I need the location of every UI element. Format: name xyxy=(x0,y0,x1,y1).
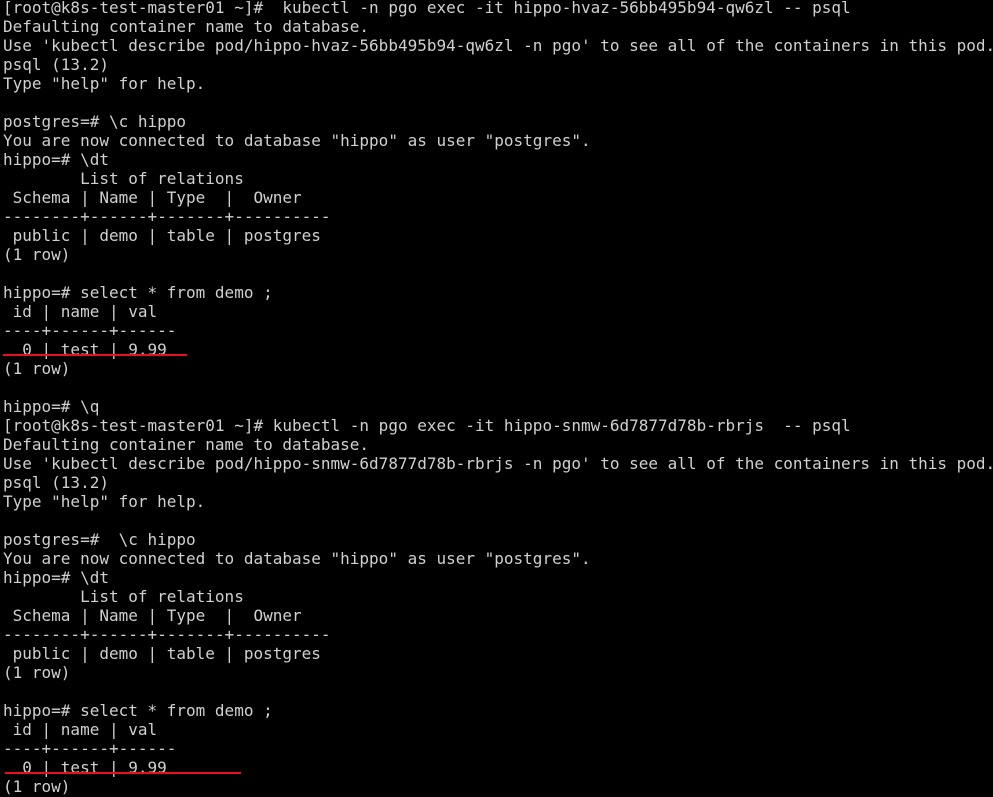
terminal-line: Use 'kubectl describe pod/hippo-snmw-6d7… xyxy=(3,454,993,473)
terminal-line: postgres=# \c hippo xyxy=(3,112,187,131)
terminal-line: public | demo | table | postgres xyxy=(3,226,321,245)
terminal-line: public | demo | table | postgres xyxy=(3,644,321,663)
terminal-line: (1 row) xyxy=(3,245,71,264)
terminal-line: --------+------+-------+---------- xyxy=(3,207,331,226)
annotation-underline-second-result xyxy=(5,772,241,774)
terminal-line: (1 row) xyxy=(3,359,71,378)
terminal-line: [root@k8s-test-master01 ~]# kubectl -n p… xyxy=(3,416,851,435)
terminal-line: id | name | val xyxy=(3,720,158,739)
terminal-line: psql (13.2) xyxy=(3,473,109,492)
terminal-line: Schema | Name | Type | Owner xyxy=(3,188,302,207)
terminal-line: ----+------+------ xyxy=(3,321,177,340)
annotation-underline-first-result xyxy=(3,354,187,356)
terminal-line: Type "help" for help. xyxy=(3,492,206,511)
terminal-line: (1 row) xyxy=(3,777,71,796)
terminal-output[interactable]: [root@k8s-test-master01 ~]# kubectl -n p… xyxy=(3,0,993,796)
terminal-line: hippo=# select * from demo ; xyxy=(3,283,273,302)
terminal-line: Use 'kubectl describe pod/hippo-hvaz-56b… xyxy=(3,36,993,55)
terminal-line: hippo=# \dt xyxy=(3,568,109,587)
terminal-line: id | name | val xyxy=(3,302,158,321)
terminal-line: (1 row) xyxy=(3,663,71,682)
terminal-line: You are now connected to database "hippo… xyxy=(3,549,591,568)
terminal-line: Type "help" for help. xyxy=(3,74,206,93)
terminal-line: --------+------+-------+---------- xyxy=(3,625,331,644)
terminal-line: List of relations xyxy=(3,169,244,188)
terminal-line: Defaulting container name to database. xyxy=(3,17,370,36)
terminal-line: You are now connected to database "hippo… xyxy=(3,131,591,150)
terminal-line: Schema | Name | Type | Owner xyxy=(3,606,302,625)
terminal-line: hippo=# \q xyxy=(3,397,100,416)
terminal-line: 0 | test | 9.99 xyxy=(3,758,167,777)
terminal-line: List of relations xyxy=(3,587,244,606)
terminal-line: 0 | test | 9.99 xyxy=(3,340,167,359)
terminal-line: psql (13.2) xyxy=(3,55,109,74)
terminal-line: ----+------+------ xyxy=(3,739,177,758)
terminal-line: Defaulting container name to database. xyxy=(3,435,370,454)
terminal-line: postgres=# \c hippo xyxy=(3,530,196,549)
terminal-line: [root@k8s-test-master01 ~]# kubectl -n p… xyxy=(3,0,851,17)
terminal-line: hippo=# select * from demo ; xyxy=(3,701,273,720)
terminal-line: hippo=# \dt xyxy=(3,150,109,169)
